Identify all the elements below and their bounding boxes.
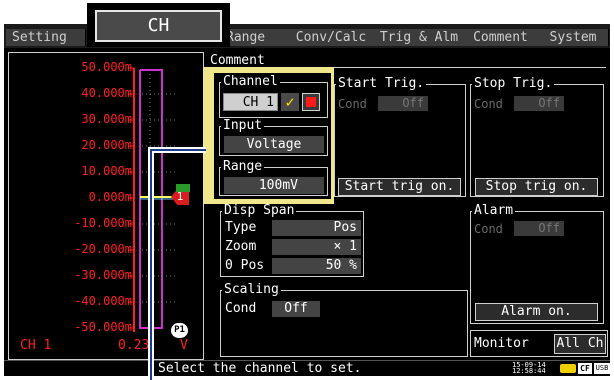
callout-line-horizontal-inner bbox=[150, 149, 206, 151]
disp-span-type-field[interactable]: Pos bbox=[272, 220, 361, 236]
grid-dots bbox=[142, 74, 175, 326]
alarm-legend: Alarm bbox=[472, 203, 516, 218]
input-legend: Input bbox=[221, 118, 265, 133]
start-trig-button[interactable]: Start trig on. bbox=[338, 178, 461, 196]
tab-trig-alm[interactable]: Trig & Alm bbox=[375, 29, 464, 46]
battery-icon bbox=[560, 364, 576, 373]
status-datetime: 15-09-14 12:58:44 bbox=[512, 362, 546, 375]
range-legend: Range bbox=[221, 159, 265, 174]
channel-marker-top bbox=[176, 184, 190, 192]
graph-plot bbox=[128, 67, 178, 332]
scaling-cond-label: Cond bbox=[225, 301, 257, 316]
comment-label: Comment bbox=[210, 53, 265, 68]
disp-span-zoom-label: Zoom bbox=[225, 239, 257, 254]
checkmark-icon[interactable]: ✓ bbox=[281, 93, 299, 111]
disp-span-legend: Disp Span bbox=[222, 203, 297, 218]
scaling-legend: Scaling bbox=[222, 282, 281, 297]
range-select[interactable]: 100mV bbox=[224, 177, 324, 194]
status-time: 12:58:44 bbox=[512, 367, 546, 375]
color-square-icon bbox=[306, 97, 316, 107]
status-message: Select the channel to set. bbox=[158, 361, 362, 376]
disp-span-zoom-field[interactable]: × 1 bbox=[272, 239, 361, 255]
tab-ch[interactable]: CH bbox=[95, 10, 222, 42]
stop-trig-legend: Stop Trig. bbox=[472, 76, 555, 91]
graph-channel-label: CH 1 bbox=[20, 338, 52, 353]
disp-span-pos-label: 0 Pos bbox=[225, 258, 265, 273]
input-select[interactable]: Voltage bbox=[224, 136, 324, 153]
channel-select[interactable]: CH 1 bbox=[223, 93, 278, 111]
monitor-label: Monitor bbox=[474, 336, 529, 351]
channel-legend: Channel bbox=[221, 74, 280, 89]
scaling-cond-field[interactable]: Off bbox=[272, 301, 320, 317]
tab-comment[interactable]: Comment bbox=[463, 29, 539, 46]
cf-card-icon: CF bbox=[578, 363, 592, 374]
monitor-select[interactable]: All Ch bbox=[554, 334, 606, 354]
alarm-button[interactable]: Alarm on. bbox=[475, 303, 598, 321]
start-trig-cond-field[interactable]: Off bbox=[378, 96, 428, 111]
alarm-cond-field[interactable]: Off bbox=[514, 221, 564, 236]
graph-reading-unit: V bbox=[180, 338, 188, 353]
scaling-group bbox=[220, 290, 468, 357]
start-trig-cond-label: Cond bbox=[338, 97, 367, 111]
callout-line-vertical bbox=[150, 149, 152, 380]
alarm-cond-label: Cond bbox=[474, 222, 503, 236]
start-trig-legend: Start Trig. bbox=[336, 76, 427, 91]
tab-setting[interactable]: Setting bbox=[6, 29, 86, 46]
stop-trig-cond-label: Cond bbox=[474, 97, 503, 111]
stop-trig-button[interactable]: Stop trig on. bbox=[475, 178, 598, 196]
disp-span-pos-field[interactable]: 50 % bbox=[272, 258, 361, 274]
channel-color-swatch[interactable] bbox=[302, 93, 320, 111]
stop-trig-cond-field[interactable]: Off bbox=[514, 96, 564, 111]
graph-reading: 0.23 bbox=[118, 338, 150, 353]
tab-system[interactable]: System bbox=[538, 29, 609, 46]
disp-span-type-label: Type bbox=[225, 220, 257, 235]
trigger-marker: P1 bbox=[171, 323, 188, 338]
tab-conv-calc[interactable]: Conv/Calc bbox=[287, 29, 376, 46]
usb-icon: USB bbox=[594, 363, 610, 374]
